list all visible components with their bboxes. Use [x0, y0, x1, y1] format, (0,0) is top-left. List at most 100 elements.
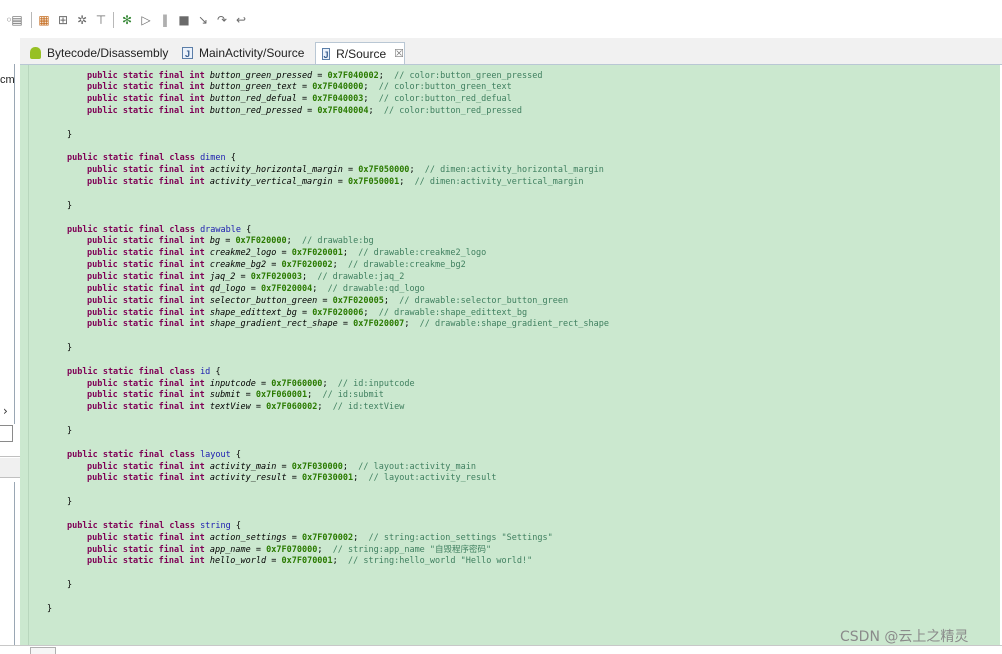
code-area: public static final int button_green_pre… — [20, 65, 1000, 645]
expand-arrow-icon[interactable]: › — [3, 404, 8, 418]
code-field-value: 0x7F060002 — [266, 402, 318, 413]
bug-icon[interactable]: ✲ — [75, 13, 89, 27]
java-file-icon: J — [322, 47, 331, 60]
code-field-value: 0x7F040002 — [327, 70, 379, 81]
left-panel-border-lower — [14, 482, 15, 653]
code-line-class-decl: public static final class dimen { — [67, 152, 236, 164]
code-brace: { — [246, 224, 252, 235]
code-comment: // drawable:creakme2_logo — [358, 248, 487, 259]
bottom-panel — [0, 645, 1002, 654]
code-line-field: public static final int textView = 0x7F0… — [87, 402, 405, 413]
code-field-name: activity_result — [209, 473, 287, 484]
open-file-icon[interactable]: ▤ — [10, 13, 24, 27]
code-field-value: 0x7F060001 — [255, 390, 308, 401]
resume-icon[interactable]: ▷ — [139, 13, 153, 27]
tab-mainactivity-source[interactable]: J MainActivity/Source — [176, 42, 316, 64]
code-brace: { — [215, 366, 221, 377]
code-editor[interactable]: public static final int button_green_pre… — [20, 65, 1000, 645]
code-field-name: bg — [209, 236, 221, 247]
code-class-name: layout — [200, 449, 231, 460]
left-panel-input[interactable] — [0, 425, 13, 442]
code-line-field: public static final int button_red_press… — [87, 106, 523, 117]
code-comment: // drawable:qd_logo — [327, 283, 425, 294]
code-field-name: inputcode — [209, 378, 256, 389]
code-field-value: 0x7F070001 — [281, 556, 333, 567]
code-field-name: activity_horizontal_margin — [209, 165, 343, 176]
code-field-name: button_green_text — [209, 82, 297, 93]
code-line-field: public static final int activity_vertica… — [87, 177, 584, 188]
code-line-field: public static final int selector_button_… — [87, 295, 569, 306]
code-field-name: activity_vertical_margin — [209, 177, 333, 188]
code-field-prefix: public static final int — [87, 307, 210, 318]
left-panel-tab[interactable] — [0, 458, 20, 478]
code-field-name: creakme_bg2 — [209, 260, 267, 271]
close-icon[interactable]: ☒ — [394, 47, 404, 60]
grid-view-icon[interactable]: ▦ — [37, 13, 51, 27]
code-line-class-decl: public static final class id { — [67, 366, 221, 378]
code-line-field: public static final int bg = 0x7F020000;… — [87, 236, 374, 247]
code-field-name: qd_logo — [209, 283, 246, 294]
code-field-value: 0x7F020001 — [291, 248, 343, 259]
code-line-field: public static final int button_green_pre… — [87, 70, 543, 81]
code-comment: // color:button_green_text — [378, 82, 512, 93]
code-field-prefix: public static final int — [87, 556, 210, 567]
code-line-close-brace: } — [67, 425, 72, 437]
code-field-name: activity_main — [209, 461, 277, 472]
code-field-value: 0x7F060000 — [271, 378, 323, 389]
tab-bytecode-disassembly[interactable]: Bytecode/Disassembly — [24, 42, 172, 64]
stop-icon[interactable]: ■ — [177, 13, 191, 27]
code-comment: // id:inputcode — [337, 378, 415, 389]
code-line-field: public static final int inputcode = 0x7F… — [87, 378, 415, 389]
code-field-prefix: public static final int — [87, 177, 210, 188]
code-field-prefix: public static final int — [87, 390, 210, 401]
type-hierarchy-icon[interactable]: ⊤ — [94, 13, 108, 27]
code-line-close-brace: } — [67, 129, 72, 141]
watermark: CSDN @云上之精灵 — [840, 629, 969, 645]
code-field-value: 0x7F030000 — [291, 461, 343, 472]
code-brace: } — [47, 603, 53, 614]
code-comment: // id:textView — [332, 402, 405, 413]
code-field-name: creakme2_logo — [209, 248, 277, 259]
step-into-icon[interactable]: ↘ — [196, 13, 210, 27]
code-field-value: 0x7F020004 — [261, 283, 313, 294]
code-line-close-brace: } — [67, 342, 72, 354]
code-field-prefix: public static final int — [87, 271, 210, 282]
code-line-close-brace: } — [47, 603, 52, 615]
code-field-prefix: public static final int — [87, 473, 210, 484]
left-panel-clipped-text: cm — [0, 74, 15, 86]
hierarchy-icon[interactable]: ⊞ — [56, 13, 70, 27]
tab-r-source[interactable]: J R/Source ☒ — [315, 42, 405, 64]
step-over-icon[interactable]: ↷ — [215, 13, 229, 27]
code-brace: { — [235, 520, 242, 531]
code-brace: { — [230, 153, 236, 164]
code-field-value: 0x7F020002 — [281, 260, 333, 271]
code-brace: } — [67, 426, 73, 436]
code-comment: // layout:activity_main — [358, 461, 476, 472]
suspend-icon[interactable]: ‖ — [158, 13, 172, 27]
code-brace: } — [67, 129, 73, 140]
code-line-field: public static final int submit = 0x7F060… — [87, 390, 384, 401]
code-brace: } — [67, 580, 73, 591]
code-field-name: jaq_2 — [209, 271, 236, 282]
code-field-name: action_settings — [209, 532, 287, 543]
code-field-prefix: public static final int — [87, 106, 210, 117]
code-class-prefix: public static final class — [67, 520, 201, 531]
code-comment: // drawable:shape_edittext_bg — [378, 307, 528, 318]
code-field-value: 0x7F050000 — [358, 165, 410, 176]
code-field-prefix: public static final int — [87, 236, 210, 247]
tab-label: MainActivity/Source — [199, 46, 305, 60]
code-field-value: 0x7F020000 — [235, 236, 287, 247]
code-line-field: public static final int creakme2_logo = … — [87, 248, 487, 259]
code-field-value: 0x7F040004 — [317, 106, 369, 117]
code-line-field: public static final int qd_logo = 0x7F02… — [87, 283, 425, 294]
debug-icon[interactable]: ✻ — [120, 13, 134, 27]
code-class-prefix: public static final class — [67, 449, 201, 460]
code-field-prefix: public static final int — [87, 378, 210, 389]
code-field-prefix: public static final int — [87, 94, 210, 105]
code-field-name: textView — [209, 402, 251, 413]
step-return-icon[interactable]: ↩ — [234, 13, 248, 27]
code-brace: } — [67, 200, 73, 211]
code-line-field: public static final int hello_world = 0x… — [87, 556, 533, 567]
code-line-field: public static final int button_red_defua… — [87, 94, 512, 105]
left-panel: cm › — [0, 38, 20, 653]
